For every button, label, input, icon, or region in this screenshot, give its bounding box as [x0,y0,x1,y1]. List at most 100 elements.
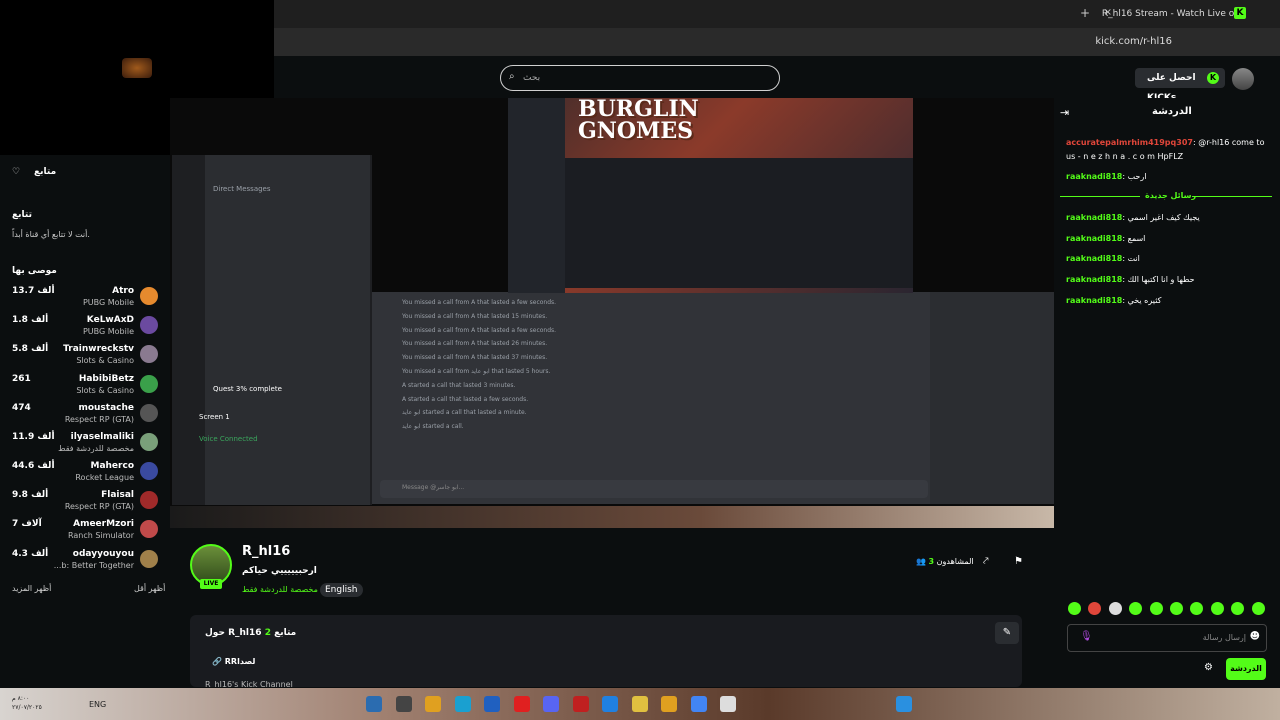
recommended-channel[interactable]: AmeerMzori Ranch Simulator 7 آلاف [0,518,170,547]
taskbar-app-icon[interactable] [513,696,530,712]
emoji-icon[interactable]: ☻ [1250,631,1260,642]
emote-icon[interactable] [1088,602,1102,615]
tab-title[interactable]: R_hl16 Stream - Watch Live on [1102,9,1240,19]
new-tab-button[interactable]: + [1080,6,1090,20]
edit-icon[interactable]: ✎ [995,622,1019,644]
viewers-label: المشاهدون [936,557,974,566]
chat-username[interactable]: accuratepalmrhim419pq307 [1066,138,1193,147]
chat-settings-icon[interactable]: ⚙ [1204,662,1213,673]
recommended-channel[interactable]: odayyouyou ...b: Better Together 4.3 ألف [0,548,170,577]
follow-icon[interactable]: ⚑ [1014,556,1023,567]
chat-username[interactable]: raaknadi818 [1066,172,1122,181]
channel-viewers: 13.7 ألف [12,286,55,296]
call-log-entry: You missed a call from A that lasted 26 … [402,340,548,348]
taskbar-app-icon[interactable] [425,696,441,712]
divider-line-left [1060,196,1140,197]
get-kicks-button[interactable]: احصل على KICKs K [1135,68,1225,103]
about-panel [190,615,1022,687]
heart-icon[interactable]: ♡ [12,167,20,177]
emote-icon[interactable] [1149,602,1163,615]
emote-icon[interactable] [1190,602,1204,615]
steam-game-panel [565,158,913,288]
language-tag[interactable]: English [320,583,363,597]
taskbar-app-icon[interactable] [543,696,559,712]
chat-username[interactable]: raaknadi818 [1066,234,1122,243]
taskbar-app-icon[interactable] [395,696,412,712]
show-more-button[interactable]: أظهر المزيد [12,584,51,593]
channel-avatar [140,316,158,334]
user-avatar[interactable] [1232,68,1254,90]
share-icon[interactable]: ⤤ [983,556,989,567]
recommended-channel[interactable]: Maherco Rocket League 44.6 ألف [0,460,170,489]
streamer-name[interactable]: R_hl16 [242,544,290,559]
channel-category: ...b: Better Together [53,561,134,570]
taskbar-app-icon[interactable] [366,696,382,712]
kick-favicon-icon: K [1234,7,1246,19]
emote-icon[interactable] [1210,602,1224,615]
link-icon: 🔗 [212,657,222,666]
recommended-channel[interactable]: ilyaselmaliki مخصصة للدردشة فقط 11.9 ألف [0,431,170,460]
rr-link[interactable]: 🔗 RRلصدا [212,657,255,666]
recommended-channel[interactable]: Trainwreckstv Slots & Casino 5.8 ألف [0,343,170,372]
channel-avatar [140,462,158,480]
channel-name: Atro [112,286,134,296]
taskbar-app-icon[interactable] [690,696,707,712]
collapse-chat-icon[interactable]: ⇥ [1060,106,1069,119]
chat-username[interactable]: raaknadi818 [1066,296,1122,305]
taskbar-app-icon[interactable] [602,696,618,712]
taskbar-app-icon[interactable] [661,696,677,712]
taskbar-app-icon[interactable] [720,696,736,712]
streamed-taskbar [170,506,1054,528]
channel-viewers: 7 آلاف [12,519,42,529]
recommended-channel[interactable]: HabibiBetz Slots & Casino 261 [0,373,170,402]
emote-icon[interactable] [1231,602,1245,615]
chat-send-button[interactable]: الدردشة [1226,658,1266,680]
taskbar-app-icon[interactable] [631,696,648,712]
chat-username[interactable]: raaknadi818 [1066,213,1122,222]
taskbar-clock[interactable]: ٨:٠٠ م ٢٧/٠٧/٢٠٢٥ [12,694,42,712]
channel-avatar [140,520,158,538]
windows-start-icon[interactable] [896,696,912,712]
emote-icon[interactable] [1129,602,1143,615]
url-text[interactable]: kick.com/r-hl16 [1095,36,1172,47]
new-messages-divider: رسائل جديدة [1060,190,1272,202]
channel-avatar [140,491,158,509]
show-less-button[interactable]: أظهر أقل [134,584,165,593]
taskbar-app-icon[interactable] [454,696,471,712]
channel-category: Slots & Casino [76,386,134,395]
emote-icon[interactable] [1251,602,1265,615]
recommended-channel[interactable]: KeLwAxD PUBG Mobile 1.8 ألف [0,314,170,343]
channel-name: Flaisal [101,490,134,500]
channel-avatar [140,433,158,451]
followers-label: متابع [274,628,297,638]
search-input[interactable]: ⌕ بحث [500,65,780,91]
emote-icon[interactable] [1108,602,1122,615]
taskbar-language[interactable]: ENG [89,700,106,709]
search-icon: ⌕ [509,71,515,82]
mic-icon[interactable]: 🎙 [1080,631,1093,642]
emote-icon[interactable] [1068,602,1081,615]
channel-avatar [140,404,158,422]
discord-input-placeholder: Message @ابو جاسر... [402,484,465,491]
discord-screen-share: Screen 1 [199,413,230,421]
emote-icon[interactable] [1170,602,1183,615]
chat-username[interactable]: raaknadi818 [1066,254,1122,263]
taskbar-app-icon[interactable] [484,696,500,712]
kicks-coin-icon: K [1207,72,1219,84]
chat-message: raaknadi818: ارحب [1066,170,1266,184]
stream-category[interactable]: مخصصة للدردشة فقط [242,585,318,594]
recommended-channel[interactable]: moustache Respect RP (GTA) 474 [0,402,170,431]
channel-category: Slots & Casino [76,356,134,365]
taskbar-app-icon[interactable] [572,696,589,712]
channel-category: PUBG Mobile [82,327,134,336]
channel-name: Trainwreckstv [63,344,134,354]
recommended-channel[interactable]: Flaisal Respect RP (GTA) 9.8 ألف [0,489,170,518]
dm-header: Direct Messages [213,185,271,193]
chat-username[interactable]: raaknadi818 [1066,275,1122,284]
chat-message: raaknadi818: اسمع [1066,232,1266,246]
chat-input[interactable]: 🎙 إرسال رسالة ☻ [1067,624,1267,652]
discord-message-input: Message @ابو جاسر... [380,480,928,498]
recommended-channel[interactable]: Atro PUBG Mobile 13.7 ألف [0,285,170,314]
channel-category: Rocket League [75,473,134,482]
channel-viewers: 11.9 ألف [12,432,55,442]
